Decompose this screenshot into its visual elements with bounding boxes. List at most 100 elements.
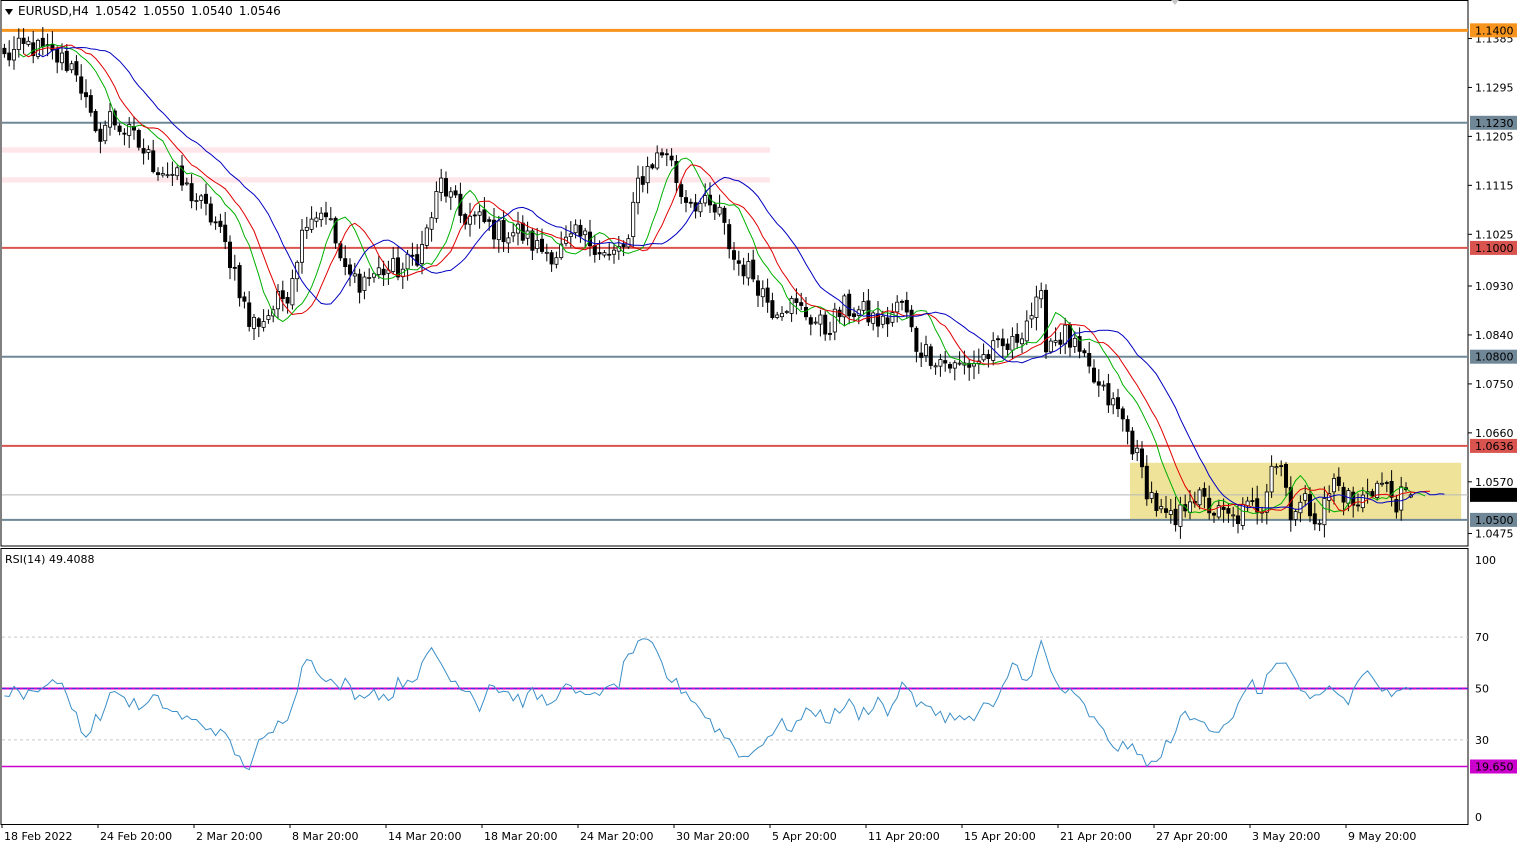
candle-body <box>477 211 482 216</box>
candle-body <box>612 249 617 255</box>
candle-body <box>1159 506 1164 510</box>
candle-body <box>554 257 559 265</box>
candle-body <box>376 267 381 275</box>
candle-body <box>84 92 89 98</box>
candle-body <box>602 252 607 256</box>
time-tick-label: 8 Mar 20:00 <box>292 830 358 843</box>
candle-body <box>1312 513 1317 525</box>
candle-body <box>650 164 655 169</box>
candle-body <box>909 309 914 328</box>
candle-body <box>165 174 170 177</box>
candle-body <box>223 224 228 243</box>
candle-body <box>501 219 506 243</box>
level-tag-label: 1.0636 <box>1475 440 1514 453</box>
candle-body <box>472 214 477 217</box>
candle-body <box>847 293 852 317</box>
candle-body <box>213 221 218 224</box>
candle-body <box>952 362 957 369</box>
candle-body <box>362 276 367 291</box>
candle-body <box>175 167 180 177</box>
candle-body <box>540 238 545 252</box>
candle-body <box>256 318 261 327</box>
candle-body <box>1106 383 1111 406</box>
candle-body <box>900 300 905 303</box>
time-tick-label: 21 Apr 20:00 <box>1060 830 1132 843</box>
candle-body <box>482 209 487 223</box>
price-tick-label: 1.0660 <box>1475 427 1514 440</box>
candle-body <box>232 266 237 269</box>
candle-body <box>664 153 669 156</box>
rsi-tick-label: 70 <box>1475 631 1489 644</box>
candle-body <box>780 312 785 318</box>
candle-body <box>660 152 665 156</box>
candle-body <box>1308 494 1313 517</box>
candle-body <box>813 321 818 324</box>
candle-body <box>1058 339 1063 345</box>
candle-body <box>189 183 194 202</box>
candle-body <box>832 308 837 333</box>
candle-body <box>1332 478 1337 493</box>
candle-body <box>511 232 516 237</box>
candle-body <box>199 195 204 201</box>
candle-body <box>55 49 60 63</box>
candle-body <box>218 220 223 227</box>
candle-body <box>837 309 842 318</box>
candle-body <box>1154 493 1159 511</box>
candle-body <box>357 273 362 293</box>
time-tick-label: 24 Mar 20:00 <box>580 830 653 843</box>
candle-body <box>1063 324 1068 345</box>
trading-chart[interactable]: 1.13851.12951.12051.11151.10251.09301.08… <box>0 0 1517 849</box>
candle-body <box>155 172 160 176</box>
candle-body <box>736 260 741 264</box>
candle-body <box>1020 338 1025 345</box>
candle-body <box>1226 508 1231 514</box>
candle-body <box>756 280 761 296</box>
candle-body <box>828 333 833 335</box>
candle-body <box>636 177 641 204</box>
candle-body <box>1024 320 1029 342</box>
candle-body <box>1144 465 1149 500</box>
candle-body <box>487 219 492 222</box>
candle-body <box>717 206 722 215</box>
candle-body <box>11 49 16 61</box>
candle-body <box>1356 504 1361 507</box>
candle-body <box>621 244 626 248</box>
candle-body <box>439 177 444 193</box>
time-tick-label: 18 Mar 20:00 <box>484 830 557 843</box>
candle-body <box>568 233 573 237</box>
candle-body <box>640 176 645 185</box>
candle-body <box>1231 514 1236 517</box>
level-tag-label: 1.1230 <box>1475 117 1514 130</box>
candle-body <box>304 226 309 231</box>
candle-body <box>760 288 765 298</box>
price-tick-label: 1.0570 <box>1475 476 1514 489</box>
candle-body <box>40 37 45 48</box>
candle-body <box>170 173 175 176</box>
level-tag-label: 1.1400 <box>1475 24 1514 37</box>
candle-body <box>1384 482 1389 484</box>
time-tick-label: 30 Mar 20:00 <box>676 830 749 843</box>
candle-body <box>861 301 866 311</box>
price-tick-label: 1.1115 <box>1475 179 1514 192</box>
candle-body <box>1140 448 1145 468</box>
candle-body <box>160 173 165 176</box>
candle-body <box>64 50 69 71</box>
time-tick-label: 18 Feb 2022 <box>4 830 72 843</box>
candle-body <box>261 321 266 328</box>
candle-body <box>108 111 113 128</box>
candle-body <box>21 37 26 44</box>
rsi-tick-label: 30 <box>1475 734 1489 747</box>
candle-body <box>938 359 943 367</box>
candle-body <box>1096 381 1101 386</box>
candle-body <box>885 317 890 325</box>
candle-body <box>1197 489 1202 506</box>
candle-body <box>996 338 1001 341</box>
candle-body <box>419 244 424 264</box>
rsi-line <box>4 638 1412 771</box>
candle-body <box>1399 486 1404 511</box>
candle-body <box>732 250 737 260</box>
time-tick-label: 15 Apr 20:00 <box>964 830 1036 843</box>
candle-body <box>794 298 799 303</box>
candle-body <box>1168 510 1173 515</box>
candle-body <box>741 264 746 277</box>
